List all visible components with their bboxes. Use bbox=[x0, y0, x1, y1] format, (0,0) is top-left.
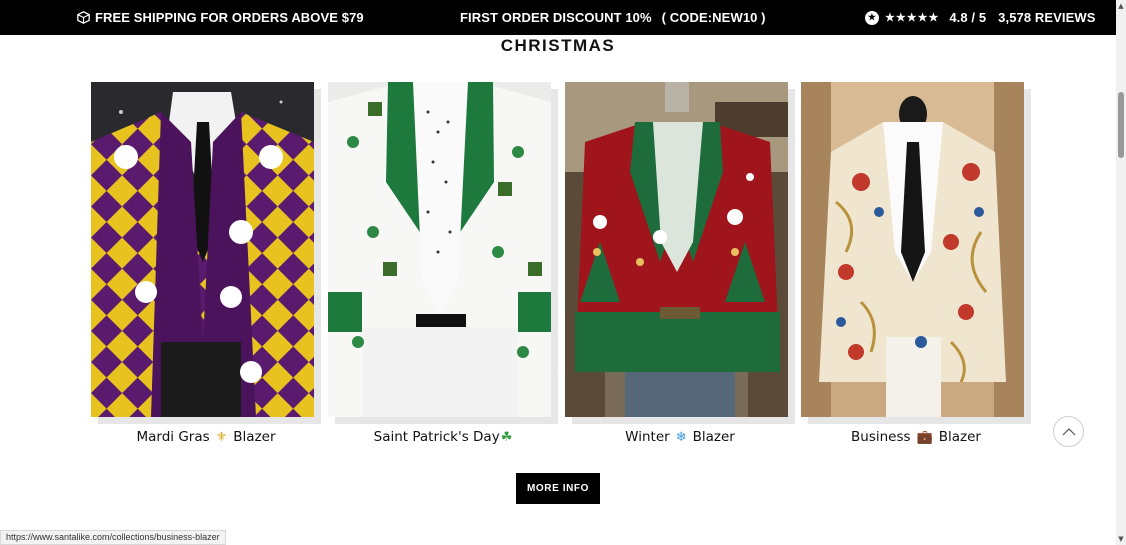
scroll-up-arrow-icon[interactable]: ▲ bbox=[1116, 2, 1126, 10]
product-card-saint-patricks[interactable]: Saint Patrick's Day ☘ bbox=[328, 82, 558, 454]
label-text-suffix: Blazer bbox=[938, 429, 981, 445]
label-text: Business bbox=[851, 429, 911, 445]
star-icon: ★★★★★ bbox=[885, 12, 940, 24]
product-label-saint-patricks[interactable]: Saint Patrick's Day ☘ bbox=[328, 429, 558, 445]
product-image-mardi-gras[interactable] bbox=[91, 82, 314, 417]
briefcase-icon: 💼 bbox=[916, 429, 933, 445]
reviews-count: 3,578 REVIEWS bbox=[998, 10, 1096, 25]
product-label-mardi-gras[interactable]: Mardi Gras ⚜ Blazer bbox=[91, 429, 321, 445]
product-image-winter[interactable] bbox=[565, 82, 788, 417]
announcement-bar: FREE SHIPPING FOR ORDERS ABOVE $79 FIRST… bbox=[0, 0, 1116, 35]
label-text: Winter bbox=[625, 429, 670, 445]
section-title: CHRISTMAS bbox=[500, 36, 616, 55]
shipping-text: FREE SHIPPING FOR ORDERS ABOVE $79 bbox=[95, 10, 364, 25]
product-label-business[interactable]: Business 💼 Blazer bbox=[801, 429, 1031, 445]
box-icon bbox=[77, 11, 90, 24]
scroll-thumb[interactable] bbox=[1118, 92, 1124, 158]
shamrock-icon: ☘ bbox=[500, 429, 513, 445]
rating-badge-icon: ★ bbox=[865, 10, 879, 25]
page-scrollbar[interactable]: ▲ ▼ bbox=[1116, 0, 1126, 545]
shipping-notice: FREE SHIPPING FOR ORDERS ABOVE $79 bbox=[77, 10, 364, 25]
discount-notice: FIRST ORDER DISCOUNT 10% ( CODE:NEW10 ) bbox=[460, 10, 766, 25]
product-image-saint-patricks[interactable] bbox=[328, 82, 551, 417]
label-text-suffix: Blazer bbox=[233, 429, 276, 445]
status-bar-url: https://www.santalike.com/collections/bu… bbox=[0, 530, 226, 545]
discount-code: ( CODE:NEW10 ) bbox=[661, 10, 766, 25]
more-info-button[interactable]: MORE INFO bbox=[516, 473, 600, 504]
scroll-down-arrow-icon[interactable]: ▼ bbox=[1116, 535, 1126, 543]
chevron-up-icon bbox=[1062, 427, 1075, 435]
page: FREE SHIPPING FOR ORDERS ABOVE $79 FIRST… bbox=[0, 0, 1126, 545]
label-text-suffix: Blazer bbox=[692, 429, 735, 445]
discount-text: FIRST ORDER DISCOUNT 10% bbox=[460, 10, 652, 25]
product-label-winter[interactable]: Winter ❄ Blazer bbox=[565, 429, 795, 445]
product-card-mardi-gras[interactable]: Mardi Gras ⚜ Blazer bbox=[91, 82, 321, 454]
product-card-winter[interactable]: Winter ❄ Blazer bbox=[565, 82, 795, 454]
product-image-business[interactable] bbox=[801, 82, 1024, 417]
snowflake-icon: ❄ bbox=[675, 429, 687, 445]
reviews-summary[interactable]: ★ ★★★★★ 4.8 / 5 3,578 REVIEWS bbox=[865, 10, 1096, 25]
label-text: Saint Patrick's Day bbox=[373, 429, 500, 445]
rating-value: 4.8 / 5 bbox=[949, 10, 987, 25]
fleur-de-lis-icon: ⚜ bbox=[215, 429, 228, 445]
label-text: Mardi Gras bbox=[136, 429, 210, 445]
product-card-business[interactable]: Business 💼 Blazer bbox=[801, 82, 1031, 454]
back-to-top-button[interactable] bbox=[1053, 416, 1084, 447]
